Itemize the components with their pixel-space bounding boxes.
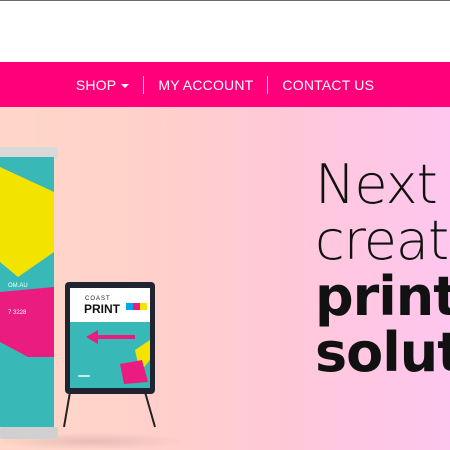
- aframe-small-text: [78, 375, 90, 377]
- nav-item-shop[interactable]: SHOP: [62, 76, 143, 94]
- main-navbar: SHOP MY ACCOUNT CONTACT US: [0, 62, 450, 107]
- nav-item-my-account[interactable]: MY ACCOUNT: [144, 76, 267, 94]
- nav-item-label: SHOP: [75, 76, 117, 93]
- nav-item-contact-us[interactable]: CONTACT US: [268, 76, 388, 94]
- web-page: SHOP MY ACCOUNT CONTACT US OM.AU 7 3228: [0, 0, 450, 450]
- banner-text-2: 7 3228: [8, 310, 27, 316]
- logo-square-yellow: [140, 303, 147, 310]
- pull-up-banner-image: OM.AU 7 3228: [0, 147, 58, 439]
- a-frame-sign-image: COAST PRINT: [63, 282, 156, 428]
- hero-headline: Next creat print solut: [315, 157, 450, 381]
- nav-item-label: CONTACT US: [282, 76, 375, 93]
- logo-square-magenta: [133, 303, 140, 310]
- banner-base: [0, 427, 58, 439]
- header-area: [0, 1, 450, 62]
- aframe-leg-right: [144, 391, 156, 428]
- aframe-leg-left: [63, 391, 71, 428]
- banner-text-1: OM.AU: [8, 283, 28, 289]
- hero-section: OM.AU 7 3228 COAST PRINT Next creat prin…: [0, 107, 450, 450]
- hero-line-4: solut: [315, 321, 450, 384]
- hero-line-1: Next: [315, 153, 438, 216]
- logo-square-cyan: [126, 303, 133, 310]
- hero-line-3: print: [315, 265, 450, 328]
- aframe-logo-main: PRINT: [84, 302, 121, 316]
- nav-item-label: MY ACCOUNT: [158, 76, 254, 93]
- chevron-down-icon: [121, 83, 130, 88]
- hero-line-2: creat: [315, 209, 449, 272]
